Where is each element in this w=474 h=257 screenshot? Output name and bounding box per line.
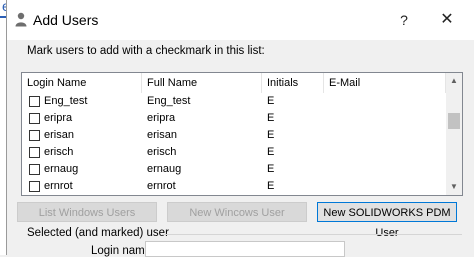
help-button[interactable]: ?	[389, 8, 419, 32]
cell-initials: E	[267, 95, 275, 107]
cell-fullname: ernrot	[147, 180, 176, 192]
column-header-email[interactable]: E-Mail	[324, 73, 446, 93]
row-checkbox[interactable]	[29, 181, 40, 192]
cell-initials: E	[267, 180, 275, 192]
scroll-up-arrow-icon[interactable]: ▲	[446, 73, 462, 89]
scrollbar-thumb[interactable]	[448, 113, 460, 129]
cell-fullname: Eng_test	[147, 95, 191, 107]
table-row[interactable]: flamue flamue E	[22, 195, 446, 196]
vertical-scrollbar[interactable]: ▲ ▼	[446, 73, 462, 195]
user-icon	[15, 12, 27, 27]
cell-login: ernrot	[44, 180, 73, 192]
new-windows-user-button[interactable]: New Wincows User	[167, 202, 307, 222]
cell-initials: E	[267, 195, 274, 196]
cell-initials: E	[267, 112, 275, 124]
cell-fullname: erisch	[147, 146, 177, 158]
cell-initials: E	[267, 129, 275, 141]
table-row[interactable]: ernrot ernrot E	[22, 178, 446, 195]
scroll-down-arrow-icon[interactable]: ▼	[446, 179, 462, 195]
row-checkbox[interactable]	[29, 164, 40, 175]
table-row[interactable]: eripra eripra E	[22, 110, 446, 127]
cell-login: erisan	[44, 129, 74, 141]
list-windows-users-button[interactable]: List Windows Users	[17, 202, 157, 222]
row-checkbox[interactable]	[29, 113, 40, 124]
cell-login: Eng_test	[44, 95, 88, 107]
row-checkbox[interactable]	[29, 130, 40, 141]
cell-fullname: flamue	[147, 195, 180, 196]
cell-fullname: erisan	[147, 129, 177, 141]
add-users-dialog: Add Users ? ✕ Mark users to add with a c…	[6, 0, 474, 257]
cell-initials: E	[267, 163, 275, 175]
instruction-text: Mark users to add with a checkmark in th…	[27, 45, 265, 57]
selected-user-group-label: Selected (and marked) user	[27, 227, 169, 239]
group-divider	[162, 234, 462, 235]
close-button[interactable]: ✕	[431, 8, 463, 32]
new-pdm-user-button[interactable]: New SOLIDWORKS PDM User	[317, 202, 457, 239]
cell-initials: E	[267, 146, 275, 158]
users-list[interactable]: Login Name Full Name Initials E-Mail Eng…	[21, 72, 463, 196]
column-header-initials[interactable]: Initials	[262, 73, 324, 93]
cell-login: eripra	[44, 112, 73, 124]
cell-fullname: eripra	[147, 112, 176, 124]
cell-fullname: ernaug	[147, 163, 182, 175]
table-row[interactable]: Eng_test Eng_test E	[22, 93, 446, 110]
cell-login: flamue	[44, 195, 77, 196]
row-checkbox[interactable]	[29, 96, 40, 107]
column-header-login[interactable]: Login Name	[22, 73, 142, 93]
title-bar[interactable]: Add Users ? ✕	[7, 0, 474, 40]
window-title: Add Users	[33, 12, 99, 28]
cell-login: ernaug	[44, 163, 79, 175]
table-row[interactable]: erisan erisan E	[22, 127, 446, 144]
table-row[interactable]: ernaug ernaug E	[22, 161, 446, 178]
cell-login: erisch	[44, 146, 74, 158]
list-header: Login Name Full Name Initials E-Mail	[22, 73, 446, 93]
table-row[interactable]: erisch erisch E	[22, 144, 446, 161]
column-header-fullname[interactable]: Full Name	[142, 73, 262, 93]
row-checkbox[interactable]	[29, 147, 40, 158]
